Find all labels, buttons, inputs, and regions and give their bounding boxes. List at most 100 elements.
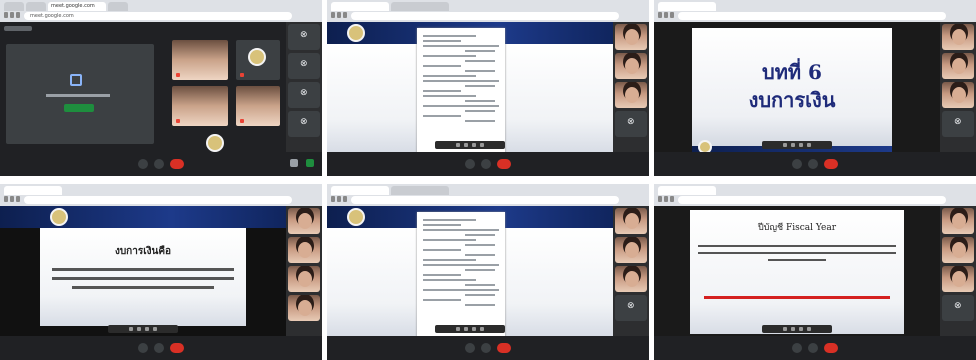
mic-icon[interactable] — [465, 159, 475, 169]
end-call-icon[interactable] — [824, 343, 838, 353]
browser-tab[interactable] — [391, 2, 449, 11]
info-icon[interactable] — [288, 111, 320, 137]
participant-strip — [286, 206, 322, 336]
stop-presenting-button[interactable] — [64, 104, 94, 112]
participant-video[interactable] — [942, 208, 974, 234]
mic-icon[interactable] — [792, 343, 802, 353]
mic-icon[interactable] — [138, 343, 148, 353]
address-bar[interactable] — [351, 196, 619, 204]
mic-off-icon[interactable] — [942, 295, 974, 321]
mic-icon[interactable] — [138, 159, 148, 169]
mic-icon[interactable] — [465, 343, 475, 353]
participant-video[interactable] — [942, 24, 974, 50]
slide-controls[interactable] — [108, 325, 178, 333]
browser-tab-active[interactable] — [658, 186, 716, 195]
address-bar[interactable] — [24, 196, 292, 204]
participant-video[interactable] — [942, 82, 974, 108]
nav-buttons[interactable] — [331, 196, 349, 204]
camera-icon[interactable] — [481, 343, 491, 353]
participant-video[interactable] — [942, 237, 974, 263]
camera-icon[interactable] — [808, 343, 818, 353]
participant-video[interactable] — [615, 237, 647, 263]
nav-buttons[interactable] — [658, 12, 676, 20]
browser-chrome — [654, 184, 976, 206]
slide-controls[interactable] — [435, 325, 505, 333]
end-call-icon[interactable] — [497, 159, 511, 169]
end-call-icon[interactable] — [497, 343, 511, 353]
meeting-control-bar — [654, 336, 976, 360]
mic-off-icon[interactable] — [615, 295, 647, 321]
browser-chrome — [327, 184, 649, 206]
browser-tab[interactable] — [26, 2, 46, 11]
participant-video[interactable] — [615, 266, 647, 292]
browser-chrome — [0, 184, 322, 206]
participant-name — [240, 72, 246, 77]
slide-heading: งบการเงินคือ — [114, 246, 172, 257]
browser-tab[interactable] — [108, 2, 128, 11]
nav-buttons[interactable] — [331, 12, 349, 20]
address-bar[interactable] — [678, 12, 946, 20]
participant-name — [240, 118, 246, 123]
participant-video[interactable] — [615, 24, 647, 50]
chat-icon[interactable] — [288, 53, 320, 79]
tab-row — [654, 184, 976, 195]
mic-icon[interactable] — [792, 159, 802, 169]
meeting-title-bar — [4, 26, 32, 31]
participant-tile[interactable] — [172, 86, 228, 126]
address-bar[interactable] — [678, 196, 946, 204]
participant-tile[interactable] — [236, 86, 280, 126]
browser-tab-active[interactable] — [331, 2, 389, 11]
tab-row: meet.google.com — [0, 0, 322, 11]
camera-icon[interactable] — [481, 159, 491, 169]
call-controls — [792, 343, 838, 353]
browser-tab-active[interactable] — [4, 186, 62, 195]
shared-screen: บทที่ 6 งบการเงิน — [654, 22, 940, 156]
participant-video[interactable] — [615, 53, 647, 79]
participant-video[interactable] — [942, 53, 974, 79]
university-logo — [50, 208, 68, 226]
nav-buttons[interactable] — [658, 196, 676, 204]
participant-video[interactable] — [615, 82, 647, 108]
browser-tab-active[interactable] — [658, 2, 716, 11]
mic-off-icon[interactable] — [942, 111, 974, 137]
mic-off-icon[interactable] — [615, 111, 647, 137]
browser-tab-active[interactable] — [331, 186, 389, 195]
camera-icon[interactable] — [154, 343, 164, 353]
present-now-icon[interactable] — [306, 159, 314, 167]
presentation-tile[interactable] — [6, 44, 154, 144]
participant-video[interactable] — [288, 237, 320, 263]
camera-icon[interactable] — [808, 159, 818, 169]
nav-buttons[interactable] — [4, 12, 22, 20]
mic-off-icon — [176, 119, 180, 123]
participant-video[interactable] — [288, 208, 320, 234]
participant-video[interactable] — [942, 266, 974, 292]
present-icon[interactable] — [290, 159, 298, 167]
slide-controls[interactable] — [762, 325, 832, 333]
slide-header — [0, 206, 286, 228]
meeting-extras — [290, 159, 314, 167]
nav-buttons[interactable] — [4, 196, 22, 204]
people-icon[interactable] — [288, 24, 320, 50]
browser-tab-active[interactable]: meet.google.com — [48, 2, 106, 11]
participant-tile[interactable] — [236, 40, 280, 80]
tab-row — [327, 0, 649, 11]
address-bar[interactable] — [351, 12, 619, 20]
browser-tab[interactable] — [391, 186, 449, 195]
participant-video[interactable] — [288, 266, 320, 292]
participant-video[interactable] — [615, 208, 647, 234]
participant-video[interactable] — [288, 295, 320, 321]
call-controls — [138, 159, 184, 169]
tab-row — [654, 0, 976, 11]
camera-icon[interactable] — [154, 159, 164, 169]
end-call-icon[interactable] — [824, 159, 838, 169]
browser-tab[interactable] — [4, 2, 24, 11]
slide-controls[interactable] — [762, 141, 832, 149]
fiscal-slide: ปีบัญชี Fiscal Year — [690, 210, 904, 334]
participant-tile[interactable] — [172, 40, 228, 80]
activities-icon[interactable] — [288, 82, 320, 108]
end-call-icon[interactable] — [170, 343, 184, 353]
address-bar[interactable]: meet.google.com — [24, 12, 292, 20]
present-icon — [70, 74, 82, 86]
slide-controls[interactable] — [435, 141, 505, 149]
end-call-icon[interactable] — [170, 159, 184, 169]
